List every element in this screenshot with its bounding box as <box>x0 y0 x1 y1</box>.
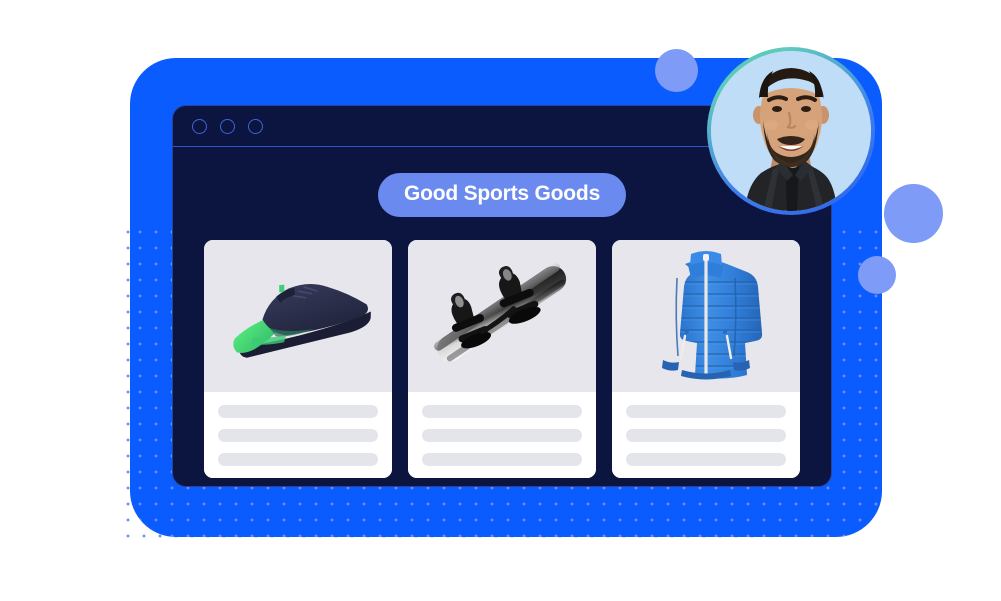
window-minimize-icon[interactable] <box>220 118 235 134</box>
placeholder-line <box>626 405 786 418</box>
person-portrait-icon <box>711 51 871 211</box>
store-title-badge: Good Sports Goods <box>377 173 627 217</box>
placeholder-line <box>422 453 582 466</box>
illustration-stage: Good Sports Goods <box>0 0 1001 601</box>
placeholder-line <box>422 429 582 442</box>
placeholder-line <box>626 453 786 466</box>
product-image <box>204 240 392 392</box>
placeholder-line <box>218 405 378 418</box>
window-close-icon[interactable] <box>192 118 207 134</box>
avatar <box>707 47 875 215</box>
placeholder-line <box>626 429 786 442</box>
snowboard-icon <box>434 262 567 362</box>
product-card[interactable] <box>408 240 596 478</box>
product-card-list <box>173 240 831 478</box>
product-image <box>612 240 800 392</box>
product-image <box>408 240 596 392</box>
product-placeholder-lines <box>612 392 800 478</box>
window-maximize-icon[interactable] <box>248 118 263 134</box>
placeholder-line <box>218 429 378 442</box>
decorative-circle-large-right <box>884 184 943 243</box>
product-placeholder-lines <box>204 392 392 478</box>
product-card[interactable] <box>204 240 392 478</box>
running-shoe-icon <box>233 284 371 358</box>
placeholder-line <box>218 453 378 466</box>
puffer-jacket-icon <box>662 251 763 380</box>
product-card[interactable] <box>612 240 800 478</box>
decorative-circle-small-right <box>858 256 896 294</box>
decorative-circle-top <box>655 49 698 92</box>
placeholder-line <box>422 405 582 418</box>
avatar-photo <box>711 51 871 211</box>
product-placeholder-lines <box>408 392 596 478</box>
